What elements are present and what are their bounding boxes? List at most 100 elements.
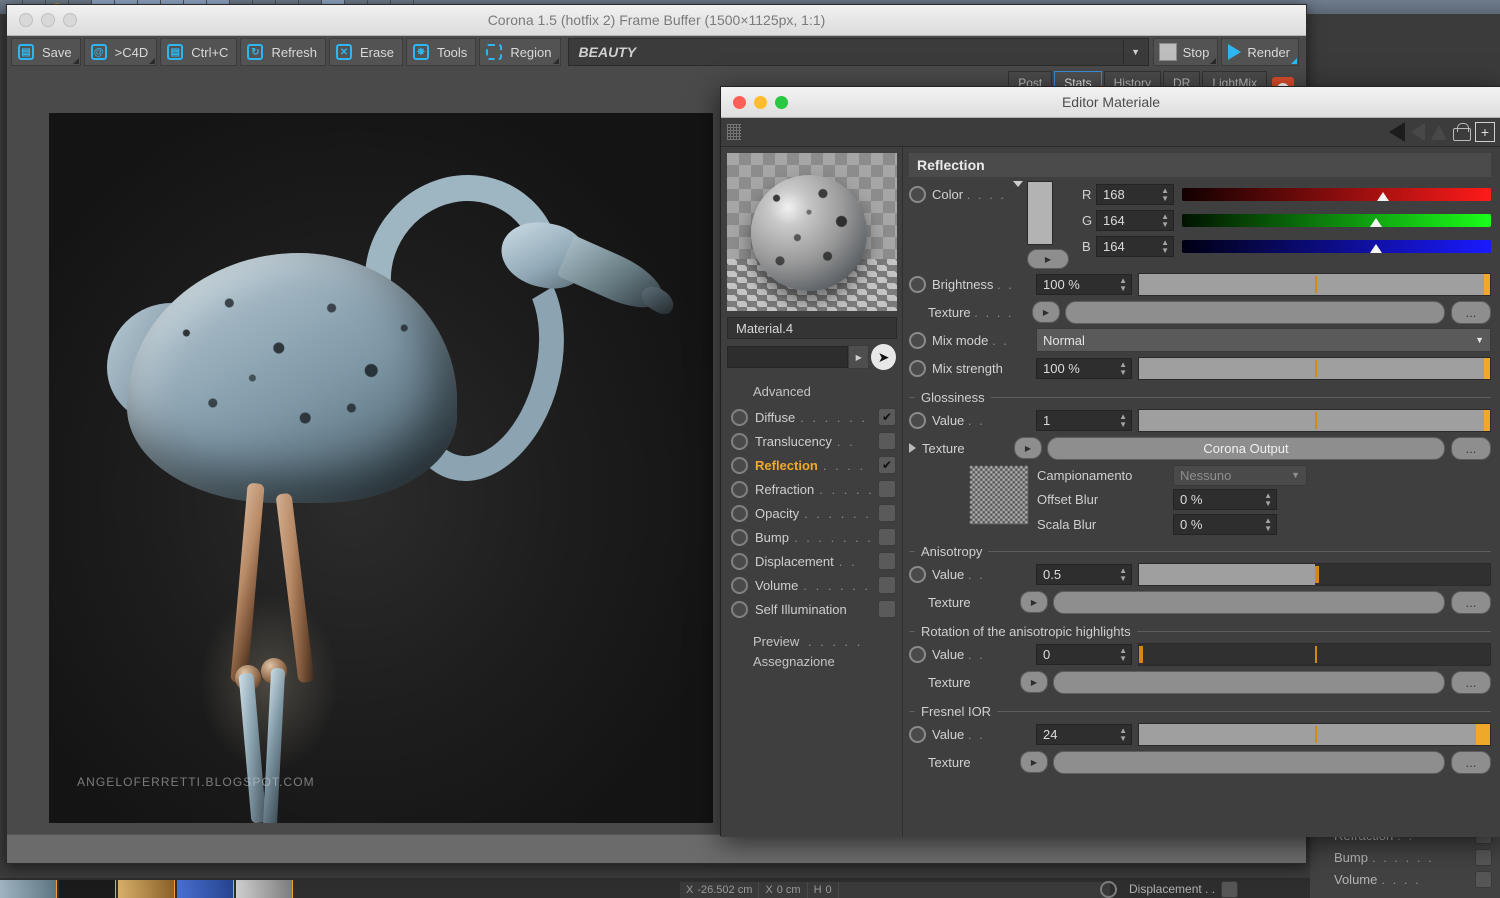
bump-checkbox[interactable] bbox=[878, 528, 896, 546]
rotation-slider-handle[interactable] bbox=[1139, 645, 1143, 663]
anisotropy-texture-row[interactable]: Texture ▶ ... bbox=[909, 589, 1491, 615]
opacity-radio[interactable] bbox=[731, 504, 748, 522]
mix-mode-row[interactable]: Mix mode . . Normal ▼ bbox=[909, 327, 1491, 353]
r-spinner-icon[interactable]: ▲ ▼ bbox=[1161, 186, 1169, 203]
channel-row-self-illumination[interactable]: Self Illumination bbox=[727, 597, 896, 621]
b-slider-knob[interactable] bbox=[1370, 243, 1383, 253]
coord-x2[interactable]: X 0 cm bbox=[759, 882, 808, 898]
material-swatch[interactable] bbox=[0, 880, 57, 898]
translucency-checkbox[interactable] bbox=[878, 432, 896, 450]
render-pass-select[interactable]: BEAUTY ▼ bbox=[567, 38, 1149, 66]
erase-button[interactable]: ✕ Erase bbox=[328, 38, 403, 66]
forward-arrow-icon[interactable] bbox=[1411, 123, 1425, 141]
fresnel-texture-row[interactable]: Texture ▶ ... bbox=[909, 749, 1491, 775]
brightness-slider[interactable] bbox=[1138, 272, 1491, 296]
brightness-spinner-icon[interactable]: ▲ ▼ bbox=[1119, 276, 1127, 293]
material-name-field[interactable]: Material.4 bbox=[727, 317, 897, 339]
self-illumination-radio[interactable] bbox=[731, 600, 748, 618]
b-slider[interactable] bbox=[1182, 239, 1491, 253]
glossiness-slider-handle[interactable] bbox=[1484, 409, 1490, 431]
glossiness-value-row[interactable]: Value . . 1 ▲ ▼ bbox=[909, 407, 1491, 433]
rotation-texture-row[interactable]: Texture ▶ ... bbox=[909, 669, 1491, 695]
save-button[interactable]: ▤ Save bbox=[11, 38, 81, 66]
stop-button[interactable]: Stop bbox=[1152, 38, 1219, 66]
c4d-corner[interactable] bbox=[149, 58, 156, 64]
material-swatch[interactable] bbox=[236, 880, 293, 898]
brightness-radio[interactable] bbox=[909, 275, 926, 293]
coordinates-bar[interactable]: X -26.502 cm X 0 cm H 0 bbox=[680, 882, 1110, 898]
glossiness-texture-field[interactable]: Corona Output bbox=[1047, 436, 1445, 460]
brightness-input[interactable]: 100 % ▲ ▼ bbox=[1036, 273, 1132, 295]
preview-item[interactable]: Preview . . . . . bbox=[727, 631, 896, 651]
mix-strength-row[interactable]: Mix strength 100 % ▲ ▼ bbox=[909, 355, 1491, 381]
glossiness-texture-expand-icon[interactable] bbox=[909, 443, 916, 453]
color-texture-field[interactable] bbox=[1065, 300, 1445, 324]
coord-h[interactable]: H 0 bbox=[808, 882, 839, 898]
fresnel-spinner-icon[interactable]: ▲ ▼ bbox=[1119, 726, 1127, 743]
fresnel-value-input[interactable]: 24 ▲ ▼ bbox=[1036, 723, 1132, 745]
campionamento-select[interactable]: Nessuno ▼ bbox=[1173, 464, 1307, 486]
mix-mode-chevron-down-icon[interactable]: ▼ bbox=[1475, 335, 1484, 345]
stop-corner[interactable] bbox=[1210, 58, 1217, 64]
drag-grip-icon[interactable] bbox=[727, 124, 741, 140]
anisotropy-texture-browse-button[interactable]: ... bbox=[1451, 590, 1491, 614]
rotation-texture-shader-button[interactable]: ▶ bbox=[1020, 671, 1048, 693]
attr-bump-checkbox[interactable] bbox=[1475, 848, 1492, 866]
campionamento-chevron-down-icon[interactable]: ▼ bbox=[1291, 470, 1300, 480]
anisotropy-slider[interactable] bbox=[1138, 562, 1491, 586]
reflection-radio[interactable] bbox=[731, 456, 748, 474]
volume-checkbox[interactable] bbox=[878, 576, 896, 594]
chevron-down-icon[interactable]: ▼ bbox=[1122, 40, 1148, 64]
self-illumination-checkbox[interactable] bbox=[878, 600, 896, 618]
glossiness-value-input[interactable]: 1 ▲ ▼ bbox=[1036, 409, 1132, 431]
rotation-spinner-icon[interactable]: ▲ ▼ bbox=[1119, 646, 1127, 663]
region-button[interactable]: Region bbox=[479, 38, 561, 66]
anisotropy-value-row[interactable]: Value . . 0.5 ▲ ▼ bbox=[909, 561, 1491, 587]
mix-strength-radio[interactable] bbox=[909, 359, 926, 377]
channel-row-reflection[interactable]: Reflection . . . . . ✔ bbox=[727, 453, 896, 477]
rotation-value-row[interactable]: Value . . 0 ▲ ▼ bbox=[909, 641, 1491, 667]
rotation-texture-field[interactable] bbox=[1053, 670, 1445, 694]
color-texture-row[interactable]: Texture . . . . ▶ ... bbox=[909, 299, 1491, 325]
glossiness-texture-browse-button[interactable]: ... bbox=[1451, 436, 1491, 460]
frame-buffer-titlebar[interactable]: Corona 1.5 (hotfix 2) Frame Buffer (1500… bbox=[7, 5, 1306, 36]
g-value-input[interactable]: 164 ▲ ▼ bbox=[1096, 209, 1174, 231]
r-slider-knob[interactable] bbox=[1376, 191, 1389, 201]
color-expand-icon[interactable] bbox=[1013, 181, 1023, 187]
b-spinner-icon[interactable]: ▲ ▼ bbox=[1161, 238, 1169, 255]
color-texture-browse-button[interactable]: ... bbox=[1451, 300, 1491, 324]
render-controls[interactable]: Stop Render bbox=[1152, 38, 1302, 66]
material-editor-window[interactable]: Editor Materiale + Material.4 ▶ ➤ Advanc… bbox=[720, 86, 1500, 837]
displacement-checkbox-2[interactable] bbox=[878, 552, 896, 570]
channel-list[interactable]: Advanced Diffuse . . . . . . . . ✔ Trans… bbox=[727, 382, 896, 671]
translucency-radio[interactable] bbox=[731, 432, 748, 450]
rendered-image[interactable]: ANGELOFERRETTI.BLOGSPOT.COM bbox=[49, 113, 713, 823]
reflection-checkbox[interactable]: ✔ bbox=[878, 456, 896, 474]
frame-buffer-toolbar[interactable]: ▤ Save @ >C4D ▤ Ctrl+C ↻ Refresh ✕ Erase… bbox=[7, 36, 1306, 69]
volume-radio[interactable] bbox=[731, 576, 748, 594]
channel-row-refraction[interactable]: Refraction . . . . . bbox=[727, 477, 896, 501]
refresh-button[interactable]: ↻ Refresh bbox=[240, 38, 326, 66]
mix-strength-spinner-icon[interactable]: ▲ ▼ bbox=[1119, 360, 1127, 377]
color-swatch[interactable] bbox=[1027, 181, 1053, 245]
render-button[interactable]: Render bbox=[1221, 38, 1299, 66]
rotation-slider[interactable] bbox=[1138, 642, 1491, 666]
scala-blur-input[interactable]: 0 % ▲ ▼ bbox=[1173, 513, 1277, 535]
tools-button[interactable]: ✸ Tools bbox=[405, 38, 477, 66]
coord-x[interactable]: X -26.502 cm bbox=[680, 882, 760, 898]
search-dropdown-icon[interactable]: ▶ bbox=[848, 345, 870, 369]
anisotropy-value-input[interactable]: 0.5 ▲ ▼ bbox=[1036, 563, 1132, 585]
scala-blur-spinner-icon[interactable]: ▲ ▼ bbox=[1264, 516, 1272, 533]
fresnel-texture-field[interactable] bbox=[1053, 750, 1445, 774]
anisotropy-slider-handle[interactable] bbox=[1314, 565, 1319, 583]
render-corner[interactable] bbox=[1291, 58, 1297, 64]
anisotropy-spinner-icon[interactable]: ▲ ▼ bbox=[1119, 566, 1127, 583]
diffuse-checkbox[interactable]: ✔ bbox=[878, 408, 896, 426]
channel-row-displacement[interactable]: Displacement . . bbox=[727, 549, 896, 573]
back-arrow-icon[interactable] bbox=[1389, 122, 1405, 142]
brightness-row[interactable]: Brightness . . 100 % ▲ ▼ bbox=[909, 271, 1491, 297]
material-swatch[interactable] bbox=[118, 880, 175, 898]
color-texture-shader-button[interactable]: ▶ bbox=[1032, 301, 1060, 323]
anisotropy-radio[interactable] bbox=[909, 565, 926, 583]
displacement-radio-2[interactable] bbox=[731, 552, 748, 570]
